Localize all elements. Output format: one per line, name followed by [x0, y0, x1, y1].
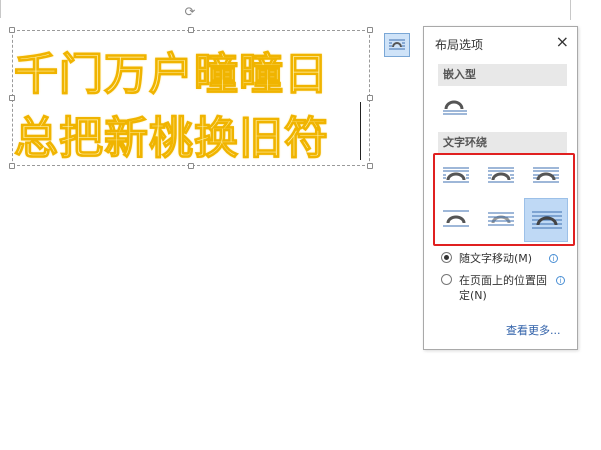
wrap-inline-option[interactable] [436, 89, 474, 127]
page-margin-line-left [0, 0, 1, 18]
radio-label: 随文字移动(M) [459, 252, 533, 265]
text-cursor [360, 102, 361, 160]
wordart-line-1: 千门万户曈曈日 [13, 48, 329, 100]
page-margin-line-right [570, 0, 571, 20]
wrap-section-header: 文字环绕 [438, 132, 567, 154]
panel-title: 布局选项 [435, 38, 484, 52]
resize-handle-tl[interactable] [9, 27, 15, 33]
wordart-line-2: 总把新桃换旧符 [13, 112, 329, 164]
wrap-square-icon [389, 39, 405, 50]
resize-handle-t[interactable] [188, 27, 194, 33]
radio-fix-position[interactable]: 在页面上的位置固定(N) i [441, 273, 571, 305]
resize-handle-br[interactable] [367, 163, 373, 169]
close-icon[interactable]: × [556, 32, 569, 51]
resize-handle-r[interactable] [367, 95, 373, 101]
inline-section-header: 嵌入型 [438, 64, 567, 86]
radio-button[interactable] [441, 274, 452, 285]
info-icon[interactable]: i [549, 254, 558, 263]
radio-move-with-text[interactable]: 随文字移动(M) i [441, 251, 571, 267]
layout-options-button[interactable] [384, 33, 410, 57]
rotate-icon[interactable]: ⟳ [183, 6, 197, 20]
see-more-link[interactable]: 查看更多... [506, 322, 561, 338]
radio-button[interactable] [441, 252, 452, 263]
radio-label: 在页面上的位置固定(N) [459, 274, 547, 302]
info-icon[interactable]: i [556, 276, 565, 285]
wrap-inline-icon [443, 100, 467, 115]
resize-handle-tr[interactable] [367, 27, 373, 33]
highlight-box [433, 153, 575, 246]
